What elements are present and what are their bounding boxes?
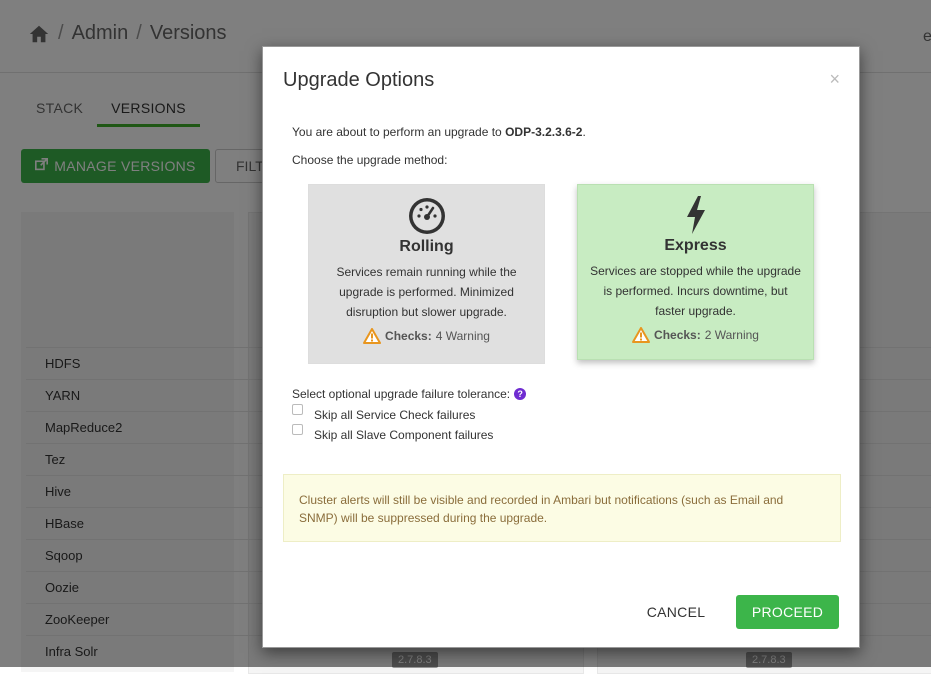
warning-icon bbox=[632, 327, 651, 343]
skip-slave-component-label[interactable]: Skip all Slave Component failures bbox=[314, 428, 493, 442]
rolling-checks-value: 4 Warning bbox=[435, 329, 490, 343]
choose-method-label: Choose the upgrade method: bbox=[292, 153, 448, 167]
target-version: ODP-3.2.3.6-2 bbox=[505, 125, 583, 139]
failure-tolerance-label: Select optional upgrade failure toleranc… bbox=[292, 387, 527, 401]
upgrade-intro-text: You are about to perform an upgrade to O… bbox=[292, 125, 586, 139]
express-checks-label: Checks: bbox=[654, 328, 701, 342]
upgrade-options-modal: Upgrade Options × You are about to perfo… bbox=[262, 46, 860, 648]
help-icon[interactable]: ? bbox=[514, 388, 527, 400]
skip-service-check-row: Skip all Service Check failures bbox=[292, 403, 475, 422]
modal-title: Upgrade Options bbox=[283, 69, 435, 91]
skip-slave-component-row: Skip all Slave Component failures bbox=[292, 423, 493, 442]
cancel-button[interactable]: CANCEL bbox=[641, 595, 711, 629]
lightning-bolt-icon bbox=[686, 196, 705, 234]
express-checks-value: 2 Warning bbox=[704, 328, 759, 342]
express-checks-summary[interactable]: Checks: 2 Warning bbox=[578, 327, 813, 343]
rolling-option-title: Rolling bbox=[399, 238, 454, 255]
rolling-option-description: Services remain running while the upgrad… bbox=[336, 265, 517, 319]
express-upgrade-option[interactable]: Express Services are stopped while the u… bbox=[577, 184, 814, 360]
warning-icon bbox=[363, 328, 382, 344]
notification-alert: Cluster alerts will still be visible and… bbox=[283, 474, 841, 542]
rolling-checks-label: Checks: bbox=[385, 329, 432, 343]
express-option-description: Services are stopped while the upgrade i… bbox=[590, 264, 801, 318]
rolling-checks-summary[interactable]: Checks: 4 Warning bbox=[309, 328, 544, 344]
skip-service-check-checkbox[interactable] bbox=[292, 403, 303, 415]
skip-service-check-label[interactable]: Skip all Service Check failures bbox=[314, 408, 475, 422]
express-option-title: Express bbox=[664, 237, 727, 254]
dashboard-gauge-icon bbox=[408, 198, 445, 234]
skip-slave-component-checkbox[interactable] bbox=[292, 423, 303, 435]
rolling-upgrade-option[interactable]: Rolling Services remain running while th… bbox=[308, 184, 545, 364]
proceed-button[interactable]: PROCEED bbox=[736, 595, 839, 629]
close-icon[interactable]: × bbox=[829, 69, 840, 90]
